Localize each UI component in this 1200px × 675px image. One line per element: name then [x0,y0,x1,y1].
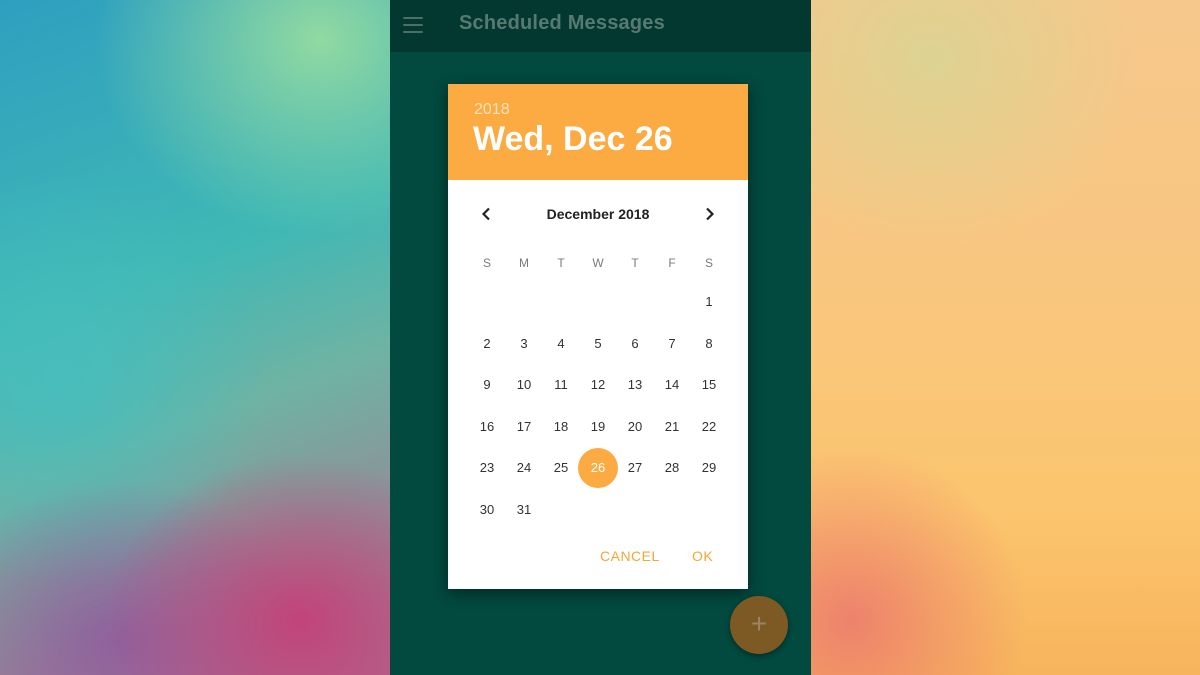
weekday-header-row: S M T W T F S [448,256,748,272]
calendar-day[interactable]: 16 [467,407,507,447]
weekday-label: F [668,256,676,270]
calendar-day[interactable]: 5 [578,324,618,364]
calendar-day[interactable]: 22 [689,407,729,447]
calendar-day[interactable]: 11 [541,365,581,405]
next-month-button[interactable] [693,198,725,230]
calendar-day-selected[interactable]: 26 [578,448,618,488]
app-bar: Scheduled Messages [390,0,811,52]
calendar-day[interactable]: 27 [615,448,655,488]
cancel-button[interactable]: CANCEL [600,548,660,564]
date-picker-dialog: 2018 Wed, Dec 26 December 2018 S M T W T… [448,84,748,589]
add-icon: + [750,608,768,639]
selected-date-label[interactable]: Wed, Dec 26 [473,120,673,159]
calendar-day[interactable]: 23 [467,448,507,488]
phone-screen: Scheduled Messages 2018 Wed, Dec 26 Dece… [390,0,811,675]
background-left [0,0,390,675]
calendar-day[interactable]: 15 [689,365,729,405]
background-right [811,0,1200,675]
calendar-day[interactable]: 12 [578,365,618,405]
calendar-day[interactable]: 20 [615,407,655,447]
calendar-day[interactable]: 7 [652,324,692,364]
calendar-day[interactable]: 25 [541,448,581,488]
calendar-day[interactable]: 30 [467,490,507,530]
calendar-day[interactable]: 10 [504,365,544,405]
ok-button[interactable]: OK [692,548,713,564]
month-navigation: December 2018 [448,198,748,230]
add-fab-button[interactable]: + [730,596,788,654]
calendar-day[interactable]: 29 [689,448,729,488]
hamburger-menu-icon[interactable] [403,17,423,33]
calendar-day[interactable]: 28 [652,448,692,488]
calendar-day[interactable]: 4 [541,324,581,364]
weekday-label: S [704,256,713,270]
weekday-label: S [482,256,491,270]
calendar-day[interactable]: 9 [467,365,507,405]
calendar-day[interactable]: 19 [578,407,618,447]
chevron-right-icon [706,207,715,221]
calendar-day[interactable]: 18 [541,407,581,447]
calendar-day[interactable]: 14 [652,365,692,405]
calendar-day[interactable]: 13 [615,365,655,405]
calendar-day[interactable]: 21 [652,407,692,447]
weekday-label: T [557,256,565,270]
calendar-day[interactable]: 1 [689,282,729,322]
calendar-day[interactable]: 31 [504,490,544,530]
calendar-day[interactable]: 3 [504,324,544,364]
calendar-day[interactable]: 2 [467,324,507,364]
calendar-day[interactable]: 8 [689,324,729,364]
date-picker-header: 2018 Wed, Dec 26 [448,84,748,180]
calendar-day[interactable]: 17 [504,407,544,447]
weekday-label: M [519,256,529,270]
calendar-day[interactable]: 24 [504,448,544,488]
year-label[interactable]: 2018 [474,101,510,119]
weekday-label: W [592,256,604,270]
weekday-label: T [631,256,639,270]
app-title: Scheduled Messages [459,12,665,34]
dialog-actions: CANCEL OK [448,548,748,572]
calendar-day[interactable]: 6 [615,324,655,364]
